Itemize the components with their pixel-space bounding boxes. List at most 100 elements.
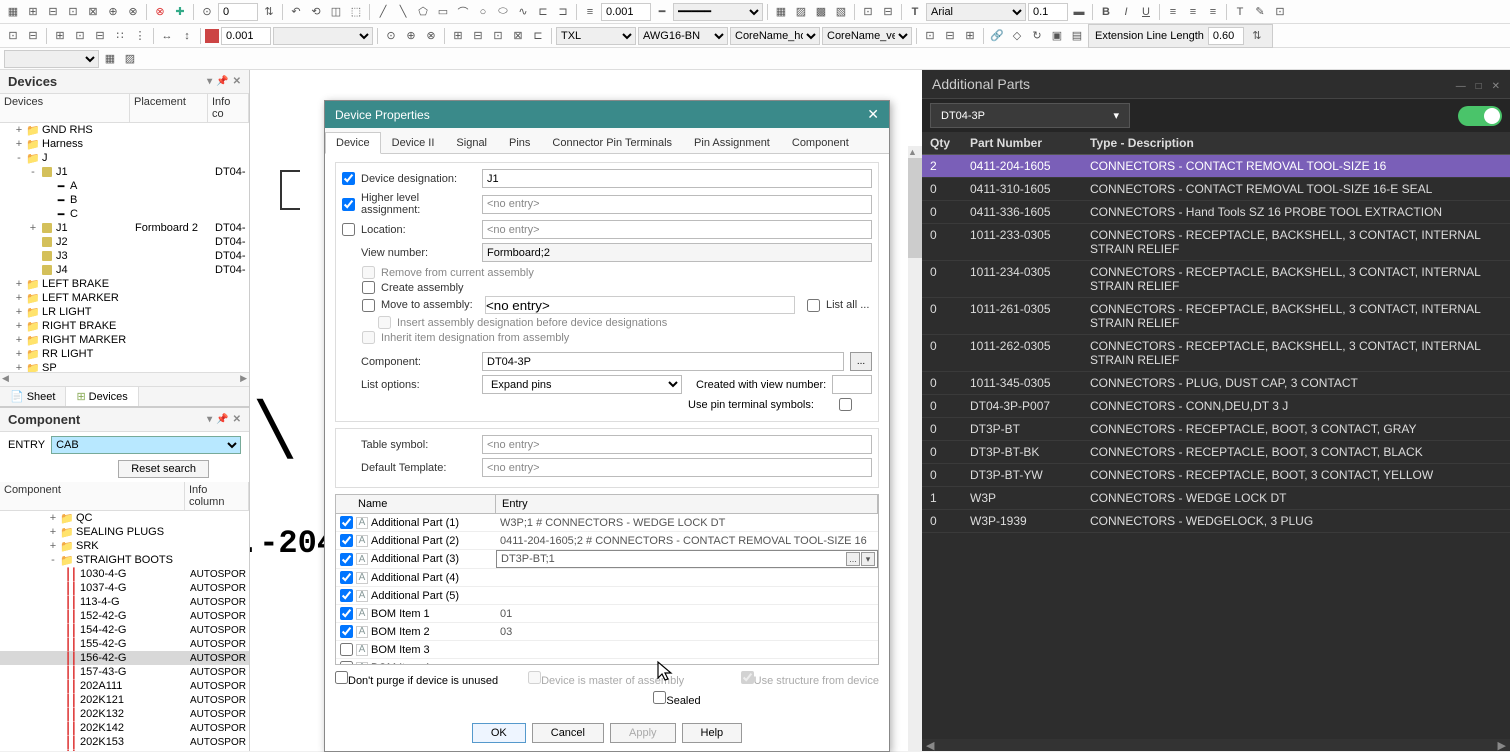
tree-row[interactable]: ⎮⎮202A111AUTOSPOR — [0, 679, 249, 693]
expander-icon[interactable]: + — [14, 138, 24, 150]
tool-icon[interactable]: ▨ — [121, 50, 139, 68]
prop-checkbox[interactable] — [340, 625, 353, 638]
align-left-icon[interactable]: ≡ — [1164, 3, 1182, 21]
parts-row[interactable]: 0DT3P-BT-YWCONNECTORS - RECEPTACLE, BOOT… — [922, 464, 1510, 487]
expander-icon[interactable]: + — [14, 124, 24, 136]
tool-icon[interactable]: ⬚ — [347, 3, 365, 21]
tool-icon[interactable]: ⊡ — [859, 3, 877, 21]
close-icon[interactable]: ✕ — [233, 414, 241, 425]
dropdown-button[interactable]: ▾ — [861, 552, 875, 566]
tool-icon[interactable]: ⊕ — [104, 3, 122, 21]
tree-row[interactable]: +📁SRK — [0, 539, 249, 553]
tool-icon[interactable]: ◇ — [1008, 27, 1026, 45]
tree-row[interactable]: ⎮⎮202K121AUTOSPOR — [0, 693, 249, 707]
property-row[interactable]: ABOM Item 4 — [336, 659, 878, 664]
corename-v-select[interactable]: CoreName_verti — [822, 27, 912, 45]
tree-row[interactable]: +📁LEFT MARKER — [0, 291, 249, 305]
maximize-icon[interactable]: □ — [1476, 81, 1482, 92]
parts-row[interactable]: 01011-234-0305CONNECTORS - RECEPTACLE, B… — [922, 261, 1510, 298]
add-icon[interactable]: ✚ — [171, 3, 189, 21]
prop-checkbox[interactable] — [340, 607, 353, 620]
tree-row[interactable]: ⎮⎮202K132AUTOSPOR — [0, 707, 249, 721]
expander-icon[interactable]: - — [14, 152, 24, 164]
layer-icon[interactable]: ▦ — [772, 3, 790, 21]
prop-checkbox[interactable] — [340, 553, 353, 566]
tool-icon[interactable]: ⊡ — [489, 27, 507, 45]
property-row[interactable]: AAdditional Part (4) — [336, 569, 878, 587]
tree-row[interactable]: +📁RIGHT BRAKE — [0, 319, 249, 333]
close-icon[interactable]: ✕ — [867, 106, 879, 123]
toggle-switch[interactable] — [1458, 106, 1502, 126]
tool-icon[interactable]: ↶ — [287, 3, 305, 21]
create-assembly-checkbox[interactable] — [362, 281, 375, 294]
apply-button[interactable]: Apply — [610, 723, 676, 743]
bold-icon[interactable]: B — [1097, 3, 1115, 21]
tree-row[interactable]: ⎮⎮113-4-GAUTOSPOR — [0, 595, 249, 609]
tool-icon[interactable]: ⊟ — [469, 27, 487, 45]
parts-row[interactable]: 0DT3P-BTCONNECTORS - RECEPTACLE, BOOT, 3… — [922, 418, 1510, 441]
gauge-select[interactable]: AWG16-BN — [638, 27, 728, 45]
dontpurge-checkbox[interactable] — [335, 671, 348, 684]
tool-icon[interactable]: ⊏ — [534, 3, 552, 21]
snap-icon[interactable]: ⊕ — [402, 27, 420, 45]
dev-desig-input[interactable] — [482, 169, 872, 188]
expander-icon[interactable]: + — [28, 222, 38, 234]
align-center-icon[interactable]: ≡ — [1184, 3, 1202, 21]
delete-icon[interactable]: ⊗ — [151, 3, 169, 21]
parts-row[interactable]: 0W3P-1939CONNECTORS - WEDGELOCK, 3 PLUG — [922, 510, 1510, 533]
viewnum-input[interactable] — [482, 243, 872, 262]
tool-icon[interactable]: ↕ — [178, 27, 196, 45]
tab-sheet[interactable]: 📄Sheet — [0, 387, 66, 406]
tree-row[interactable]: -J1DT04- — [0, 165, 249, 179]
ext-line-input[interactable] — [1208, 27, 1244, 45]
tree-row[interactable]: +📁LEFT BRAKE — [0, 277, 249, 291]
scroll-left-icon[interactable]: ◀ — [2, 373, 9, 386]
polygon-icon[interactable]: ⬠ — [414, 3, 432, 21]
vertical-scrollbar[interactable]: ▲ — [908, 146, 922, 751]
wire-type-select[interactable]: TXL — [556, 27, 636, 45]
parts-row[interactable]: 00411-336-1605CONNECTORS - Hand Tools SZ… — [922, 201, 1510, 224]
tree-row[interactable]: ━C — [0, 207, 249, 221]
rect-icon[interactable]: ▭ — [434, 3, 452, 21]
line-icon[interactable]: ╲ — [394, 3, 412, 21]
tree-row[interactable]: +📁QC — [0, 511, 249, 525]
property-row[interactable]: ABOM Item 203 — [336, 623, 878, 641]
tree-row[interactable]: +📁LR LIGHT — [0, 305, 249, 319]
component-input[interactable] — [482, 352, 844, 371]
target-icon[interactable]: ⊙ — [198, 3, 216, 21]
expander-icon[interactable]: + — [14, 278, 24, 290]
tool-icon[interactable]: ⊗ — [124, 3, 142, 21]
arc-icon[interactable]: ⌒ — [454, 3, 472, 21]
tool-icon[interactable]: ▦ — [101, 50, 119, 68]
move-assembly-checkbox[interactable] — [362, 299, 375, 312]
corename-h-select[interactable]: CoreName_hori — [730, 27, 820, 45]
pin-icon[interactable]: ▾ — [207, 414, 212, 425]
spline-icon[interactable]: ∿ — [514, 3, 532, 21]
location-input[interactable] — [482, 220, 872, 239]
snap-icon[interactable]: ⊗ — [422, 27, 440, 45]
grid-icon[interactable]: ∷ — [111, 27, 129, 45]
prop-checkbox[interactable] — [340, 589, 353, 602]
grid-icon[interactable]: ⋮ — [131, 27, 149, 45]
tree-row[interactable]: ⎮⎮156-42-GAUTOSPOR — [0, 651, 249, 665]
tab-device2[interactable]: Device II — [381, 132, 446, 153]
prop-checkbox[interactable] — [340, 516, 353, 529]
layer-select-2[interactable] — [4, 50, 99, 68]
font-select[interactable]: Arial — [926, 3, 1026, 21]
underline-icon[interactable]: U — [1137, 3, 1155, 21]
parts-row[interactable]: 20411-204-1605CONNECTORS - CONTACT REMOV… — [922, 155, 1510, 178]
parts-row[interactable]: 01011-261-0305CONNECTORS - RECEPTACLE, B… — [922, 298, 1510, 335]
link-icon[interactable]: 🔗 — [988, 27, 1006, 45]
pin-icon[interactable]: 📌 — [216, 414, 228, 425]
tree-row[interactable]: ⎮⎮157-43-GAUTOSPOR — [0, 665, 249, 679]
tree-row[interactable]: -📁STRAIGHT BOOTS — [0, 553, 249, 567]
grid-icon[interactable]: ⊞ — [51, 27, 69, 45]
tool-icon[interactable]: ⊞ — [24, 3, 42, 21]
tree-row[interactable]: ⎮⎮154-42-GAUTOSPOR — [0, 623, 249, 637]
tool-icon[interactable]: ⊠ — [509, 27, 527, 45]
tab-devices[interactable]: ⊞Devices — [66, 387, 138, 406]
parts-row[interactable]: 0DT3P-BT-BKCONNECTORS - RECEPTACLE, BOOT… — [922, 441, 1510, 464]
browse-button[interactable]: ... — [846, 552, 860, 566]
tree-row[interactable]: ━B — [0, 193, 249, 207]
tree-row[interactable]: +📁RR LIGHT — [0, 347, 249, 361]
